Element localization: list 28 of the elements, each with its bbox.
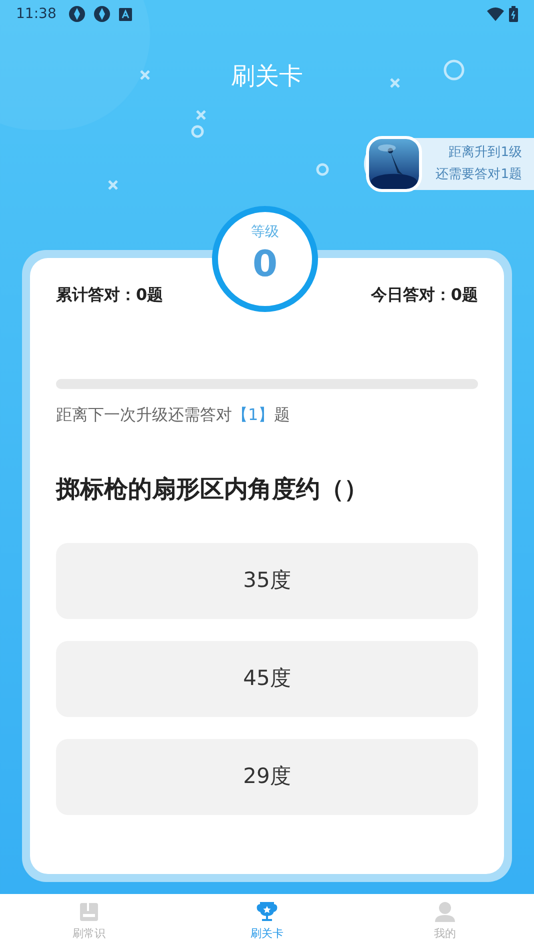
level-value: 0 bbox=[252, 243, 278, 287]
aperture-icon bbox=[68, 5, 86, 23]
ring-decoration-icon bbox=[443, 59, 465, 81]
question-text: 掷标枪的扇形区内角度约（） bbox=[56, 474, 369, 505]
banner-text: 距离升到1级 bbox=[448, 144, 522, 162]
total-correct-count: 累计答对：0题 bbox=[56, 284, 164, 306]
cross-decoration-icon bbox=[140, 70, 150, 80]
keyboard-icon bbox=[119, 8, 132, 20]
upgrade-hint: 距离下一次升级还需答对【1】题 bbox=[56, 404, 292, 426]
ring-decoration-icon bbox=[191, 125, 204, 138]
ring-decoration-icon bbox=[316, 163, 329, 176]
book-icon bbox=[79, 902, 99, 922]
cross-decoration-icon bbox=[390, 78, 400, 88]
person-icon bbox=[434, 902, 456, 922]
status-time: 11:38 bbox=[16, 4, 56, 24]
banner-text: 还需要答对1题 bbox=[436, 166, 522, 184]
page-title: 刷关卡 bbox=[230, 61, 304, 92]
answer-option[interactable]: 29度 bbox=[56, 739, 478, 815]
today-correct-count: 今日答对：0题 bbox=[370, 284, 478, 306]
trophy-icon bbox=[256, 902, 278, 922]
level-label: 等级 bbox=[251, 223, 279, 242]
answer-option[interactable]: 45度 bbox=[56, 641, 478, 717]
wifi-icon bbox=[487, 7, 504, 21]
answer-option[interactable]: 35度 bbox=[56, 543, 478, 619]
battery-icon bbox=[509, 6, 518, 22]
cross-decoration-icon bbox=[196, 110, 206, 120]
cross-decoration-icon bbox=[108, 180, 118, 190]
aperture-icon bbox=[93, 5, 112, 23]
